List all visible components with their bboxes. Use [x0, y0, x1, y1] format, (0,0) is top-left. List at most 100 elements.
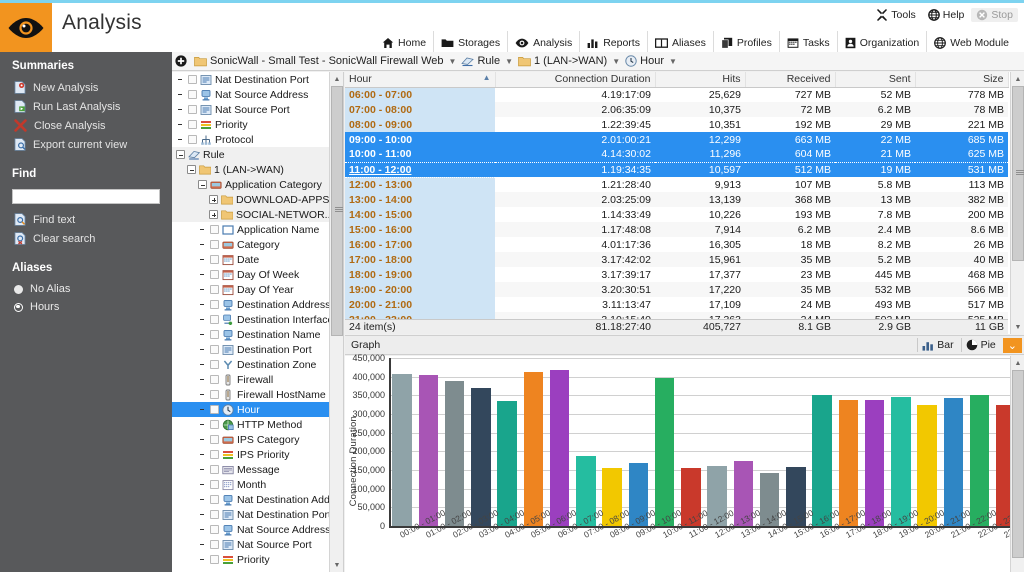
tree-node-priority[interactable]: Priority [172, 117, 343, 132]
tree-node-destination-address[interactable]: Destination Address [172, 297, 343, 312]
tree-checkbox[interactable] [210, 450, 219, 459]
chart-bar[interactable] [471, 388, 491, 526]
chart-bar[interactable] [943, 397, 964, 526]
chart-bar[interactable] [654, 378, 675, 526]
tree-checkbox[interactable] [210, 345, 219, 354]
tree-node-1-lan-wan[interactable]: 1 (LAN->WAN) [172, 162, 343, 177]
tree-checkbox[interactable] [210, 480, 219, 489]
chart-bar[interactable] [891, 397, 911, 526]
table-row[interactable]: 08:00 - 09:00 1.22:39:45 10,351 192 MB 29 MB… [345, 117, 1008, 132]
tree-node-application-name[interactable]: Application Name [172, 222, 343, 237]
tree-node-download-apps[interactable]: DOWNLOAD-APPS [172, 192, 343, 207]
tree-node-nat-source-address[interactable]: Nat Source Address [172, 87, 343, 102]
table-row[interactable]: 07:00 - 08:00 2.06:35:09 10,375 72 MB 6.2 MB… [345, 102, 1008, 117]
tree-checkbox[interactable] [210, 330, 219, 339]
breadcrumb-item-storage[interactable]: SonicWall - Small Test - SonicWall Firew… [192, 55, 446, 67]
tree-node-destination-name[interactable]: Destination Name [172, 327, 343, 342]
tree-node-destination-zone[interactable]: Destination Zone [172, 357, 343, 372]
tools-button[interactable]: Tools [871, 8, 921, 22]
tree-node-date[interactable]: Date [172, 252, 343, 267]
alias-option-hours[interactable]: Hours [0, 298, 172, 316]
help-button[interactable]: Help [923, 8, 970, 22]
tree-node-destination-port[interactable]: Destination Port [172, 342, 343, 357]
tree-node-message[interactable]: Message [172, 462, 343, 477]
table-row[interactable]: 15:00 - 16:00 1.17:48:08 7,914 6.2 MB 2.4 MB… [345, 222, 1008, 237]
tree-node-nat-source-port[interactable]: Nat Source Port [172, 102, 343, 117]
sidebar-item-run-last-analysis[interactable]: Run Last Analysis [0, 97, 172, 116]
chevron-down-icon[interactable]: ▼ [668, 57, 678, 66]
tree-checkbox[interactable] [210, 255, 219, 264]
chart-bar[interactable] [864, 400, 885, 526]
breadcrumb-item-rule[interactable]: Rule [459, 55, 502, 67]
tree-checkbox[interactable] [210, 420, 219, 429]
tree-checkbox[interactable] [210, 315, 219, 324]
pie-chart-button[interactable]: Pie [960, 338, 1000, 352]
tree-node-destination-interface[interactable]: Destination Interface [172, 312, 343, 327]
tree-expander[interactable] [198, 180, 207, 189]
chart-bar[interactable] [812, 394, 832, 526]
tree-checkbox[interactable] [188, 120, 197, 129]
tree-node-day-of-week[interactable]: Day Of Week [172, 267, 343, 282]
sidebar-item-close-analysis[interactable]: Close Analysis [0, 116, 172, 135]
scroll-thumb[interactable] [331, 86, 343, 336]
chart-bar[interactable] [838, 400, 859, 526]
tree-node-hour[interactable]: Hour [172, 402, 343, 417]
chart-bar[interactable] [418, 374, 439, 526]
chevron-down-icon[interactable]: ▼ [448, 57, 458, 66]
sidebar-item-find-text[interactable]: Find text [0, 210, 172, 229]
tree-node-day-of-year[interactable]: Day Of Year [172, 282, 343, 297]
stop-button[interactable]: Stop [971, 8, 1018, 22]
alias-option-no-alias[interactable]: No Alias [0, 280, 172, 298]
circle-plus-icon[interactable] [175, 55, 187, 67]
field-tree[interactable]: Nat Destination Port Nat Source Address Na… [172, 72, 344, 572]
tree-checkbox[interactable] [188, 90, 197, 99]
tree-node-firewall-hostname[interactable]: Firewall HostName [172, 387, 343, 402]
sidebar-item-export-current-view[interactable]: Export current view [0, 135, 172, 154]
chart-bar[interactable] [392, 373, 412, 526]
chart-bar[interactable] [444, 381, 465, 526]
table-row[interactable]: 20:00 - 21:00 3.11:13:47 17,109 24 MB 493 MB… [345, 297, 1008, 312]
tree-checkbox[interactable] [210, 405, 219, 414]
scroll-thumb[interactable] [1012, 86, 1024, 261]
scroll-down-arrow[interactable]: ▼ [1011, 320, 1024, 334]
table-scrollbar[interactable]: ▲ ▼ [1010, 72, 1024, 334]
tree-expander[interactable] [176, 150, 185, 159]
scroll-down-arrow[interactable]: ▼ [330, 558, 343, 572]
table-row[interactable]: 13:00 - 14:00 2.03:25:09 13,139 368 MB 13 MB… [345, 192, 1008, 207]
table-row[interactable]: 06:00 - 07:00 4.19:17:09 25,629 727 MB 52 MB… [345, 87, 1008, 102]
tree-checkbox[interactable] [210, 525, 219, 534]
table-row[interactable]: 14:00 - 15:00 1.14:33:49 10,226 193 MB 7.8 M… [345, 207, 1008, 222]
tree-node-month[interactable]: Month [172, 477, 343, 492]
tree-node-application-category[interactable]: Application Category [172, 177, 343, 192]
chart-bar[interactable] [497, 400, 517, 526]
tree-node-ips-priority[interactable]: IPS Priority [172, 447, 343, 462]
col-header-size[interactable]: Size [915, 72, 1009, 88]
tree-checkbox[interactable] [188, 75, 197, 84]
chart-bar[interactable] [549, 369, 570, 526]
chart-bar[interactable] [917, 404, 937, 526]
table-row[interactable]: 10:00 - 11:00 4.14:30:02 11,296 604 MB 21 MB… [345, 147, 1008, 162]
tree-checkbox[interactable] [210, 240, 219, 249]
table-row[interactable]: 09:00 - 10:00 2.01:00:21 12,299 663 MB 22 MB… [345, 132, 1008, 147]
sidebar-item-clear-search[interactable]: Clear search [0, 229, 172, 248]
chart-bar[interactable] [523, 372, 544, 526]
search-input[interactable] [13, 190, 159, 203]
col-header-hits[interactable]: Hits [655, 72, 746, 88]
tree-node-protocol[interactable]: Protocol [172, 132, 343, 147]
tree-checkbox[interactable] [210, 225, 219, 234]
scroll-up-arrow[interactable]: ▲ [330, 72, 343, 86]
table-row[interactable]: 16:00 - 17:00 4.01:17:36 16,305 18 MB 8.2 MB… [345, 237, 1008, 252]
tree-checkbox[interactable] [210, 435, 219, 444]
tree-node-rule[interactable]: Rule [172, 147, 343, 162]
tree-node-firewall[interactable]: Firewall [172, 372, 343, 387]
bar-chart-button[interactable]: Bar [917, 338, 957, 352]
chart-bar[interactable] [969, 394, 990, 526]
table-row[interactable]: 18:00 - 19:00 3.17:39:17 17,377 23 MB 445 MB… [345, 267, 1008, 282]
col-header-sent[interactable]: Sent [835, 72, 916, 88]
tree-node-nat-source-address[interactable]: Nat Source Address [172, 522, 343, 537]
tree-node-priority[interactable]: Priority [172, 552, 343, 567]
tree-expander[interactable] [209, 195, 218, 204]
breadcrumb-item-lan-wan[interactable]: 1 (LAN->WAN) [516, 55, 609, 67]
tree-checkbox[interactable] [210, 300, 219, 309]
tree-checkbox[interactable] [210, 555, 219, 564]
